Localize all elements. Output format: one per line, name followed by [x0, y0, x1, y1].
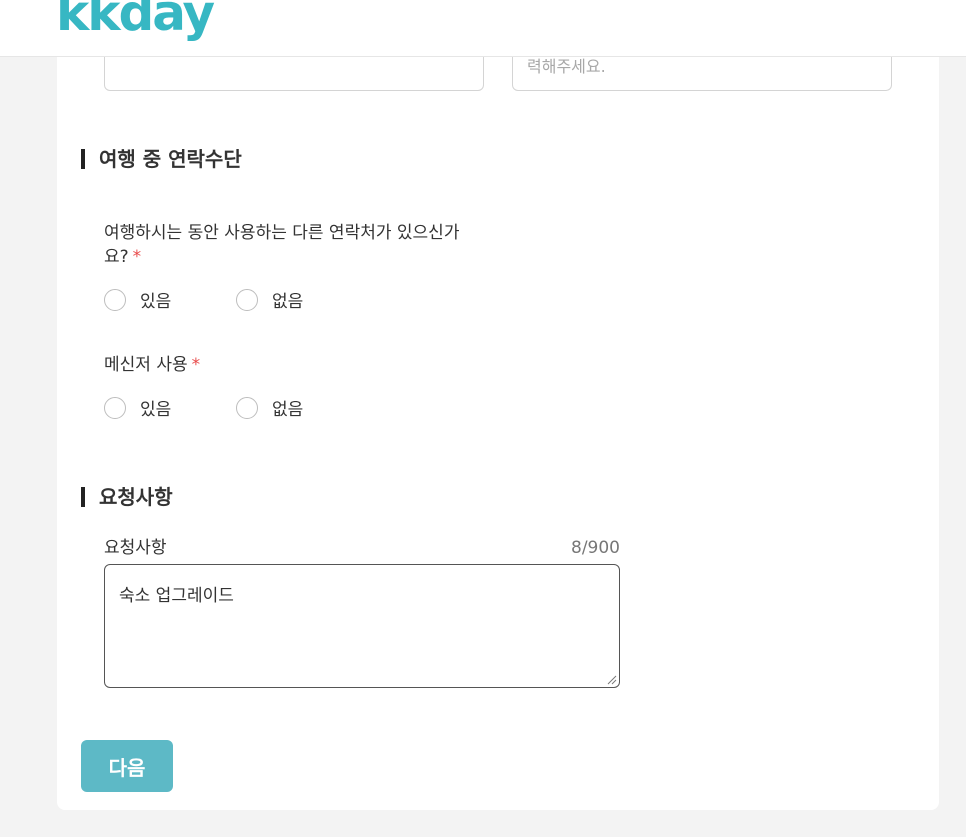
request-label: 요청사항	[104, 538, 167, 558]
question-messenger: 메신저 사용 *	[104, 353, 200, 377]
radio-label: 없음	[272, 400, 304, 420]
radio-label: 있음	[140, 400, 172, 420]
resize-handle-icon[interactable]	[605, 673, 617, 685]
radio-circle[interactable]	[236, 396, 258, 419]
radio-circle[interactable]	[104, 288, 126, 311]
question-other-contact-line1: 여행하시는 동안 사용하는 다른 연락처가 있으신가	[104, 223, 460, 243]
radio-circle[interactable]	[104, 396, 126, 419]
required-mark: *	[132, 247, 142, 267]
radio-messenger-yes[interactable]: 있음	[104, 395, 171, 420]
radio-other-contact-no[interactable]: 없음	[236, 287, 303, 312]
top-header: kkday	[0, 0, 966, 57]
question-messenger-text: 메신저 사용	[104, 355, 188, 375]
radio-messenger-no[interactable]: 없음	[236, 395, 303, 420]
question-other-contact: 여행하시는 동안 사용하는 다른 연락처가 있으신가 요? *	[104, 221, 459, 269]
question-other-contact-line2: 요? *	[104, 245, 459, 269]
next-button[interactable]: 다음	[81, 740, 173, 792]
request-textarea-value: 숙소 업그레이드	[119, 586, 234, 606]
radio-label: 없음	[272, 292, 304, 312]
radio-circle[interactable]	[236, 288, 258, 311]
section-title-contact: 여행 중 연락수단	[81, 147, 242, 171]
request-textarea[interactable]: 숙소 업그레이드	[104, 564, 620, 688]
radio-label: 있음	[140, 292, 172, 312]
char-counter: 8/900	[571, 538, 620, 558]
form-card	[57, 0, 939, 810]
kkday-logo[interactable]: kkday	[56, 0, 215, 38]
radio-other-contact-yes[interactable]: 있음	[104, 287, 171, 312]
section-title-request: 요청사항	[81, 485, 173, 509]
required-mark: *	[191, 355, 201, 375]
question-other-contact-line2-text: 요?	[104, 247, 129, 267]
